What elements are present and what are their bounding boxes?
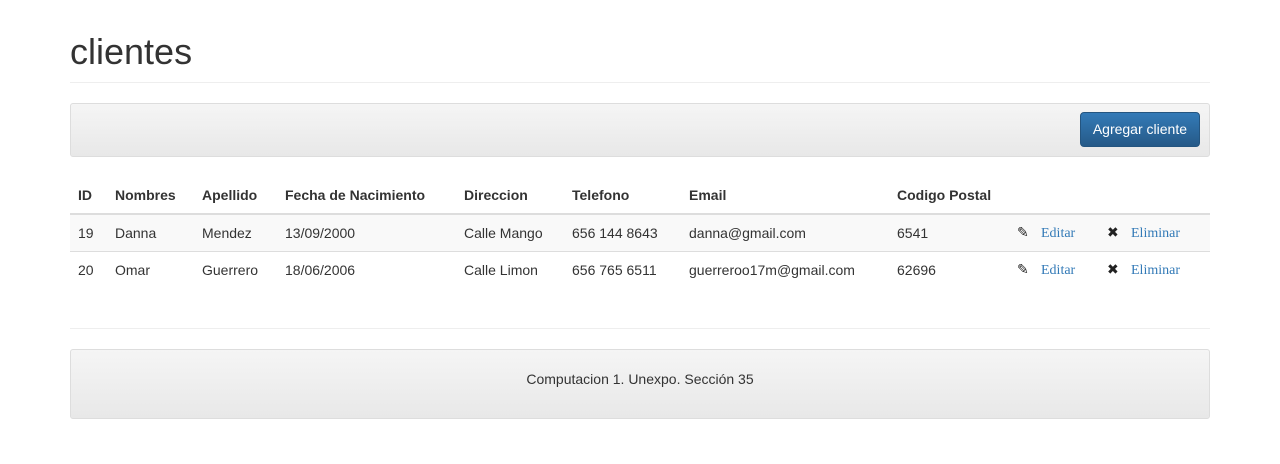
column-header-email: Email — [681, 177, 889, 215]
cell-delete-action: ✖ Eliminar — [1099, 250, 1210, 288]
column-header-telefono: Telefono — [564, 177, 681, 215]
cell-id: 20 — [70, 250, 107, 288]
footer-panel: Computacion 1. Unexpo. Sección 35 — [70, 349, 1210, 419]
toolbar-panel: Agregar cliente — [70, 103, 1210, 157]
page-title: clientes — [70, 31, 193, 72]
page-header: clientes — [70, 0, 1210, 83]
cell-edit-action: ✎ Editar — [1009, 214, 1099, 251]
header-row: ID Nombres Apellido Fecha de Nacimiento … — [70, 177, 1210, 215]
remove-icon[interactable]: ✖ — [1107, 224, 1123, 241]
cell-telefono: 656 144 8643 — [564, 214, 681, 251]
footer-divider — [70, 328, 1210, 329]
cell-id: 19 — [70, 214, 107, 251]
cell-delete-action: ✖ Eliminar — [1099, 214, 1210, 251]
clients-table: ID Nombres Apellido Fecha de Nacimiento … — [70, 177, 1210, 288]
edit-icon[interactable]: ✎ — [1017, 261, 1033, 278]
cell-codigo-postal: 6541 — [889, 214, 1009, 251]
cell-email: danna@gmail.com — [681, 214, 889, 251]
cell-edit-action: ✎ Editar — [1009, 250, 1099, 288]
table-row: 19 Danna Mendez 13/09/2000 Calle Mango 6… — [70, 214, 1210, 251]
cell-apellido: Guerrero — [194, 250, 277, 288]
cell-nombres: Omar — [107, 250, 194, 288]
column-header-codigo-postal: Codigo Postal — [889, 177, 1009, 215]
remove-icon[interactable]: ✖ — [1107, 261, 1123, 278]
table-body: 19 Danna Mendez 13/09/2000 Calle Mango 6… — [70, 214, 1210, 288]
column-header-direccion: Direccion — [456, 177, 564, 215]
delete-link[interactable]: Eliminar — [1131, 263, 1180, 278]
edit-icon[interactable]: ✎ — [1017, 224, 1033, 241]
cell-fecha: 18/06/2006 — [277, 250, 456, 288]
cell-email: guerreroo17m@gmail.com — [681, 250, 889, 288]
column-header-id: ID — [70, 177, 107, 215]
cell-fecha: 13/09/2000 — [277, 214, 456, 251]
delete-link[interactable]: Eliminar — [1131, 226, 1180, 241]
cell-codigo-postal: 62696 — [889, 250, 1009, 288]
column-header-nombres: Nombres — [107, 177, 194, 215]
column-header-apellido: Apellido — [194, 177, 277, 215]
cell-telefono: 656 765 6511 — [564, 250, 681, 288]
edit-link[interactable]: Editar — [1041, 263, 1075, 278]
column-header-delete — [1099, 177, 1210, 215]
cell-nombres: Danna — [107, 214, 194, 251]
footer-text: Computacion 1. Unexpo. Sección 35 — [526, 371, 754, 387]
table-row: 20 Omar Guerrero 18/06/2006 Calle Limon … — [70, 250, 1210, 288]
column-header-edit — [1009, 177, 1099, 215]
cell-apellido: Mendez — [194, 214, 277, 251]
cell-direccion: Calle Mango — [456, 214, 564, 251]
cell-direccion: Calle Limon — [456, 250, 564, 288]
column-header-fecha: Fecha de Nacimiento — [277, 177, 456, 215]
add-client-button[interactable]: Agregar cliente — [1079, 112, 1200, 147]
table-header: ID Nombres Apellido Fecha de Nacimiento … — [70, 177, 1210, 215]
edit-link[interactable]: Editar — [1041, 226, 1075, 241]
